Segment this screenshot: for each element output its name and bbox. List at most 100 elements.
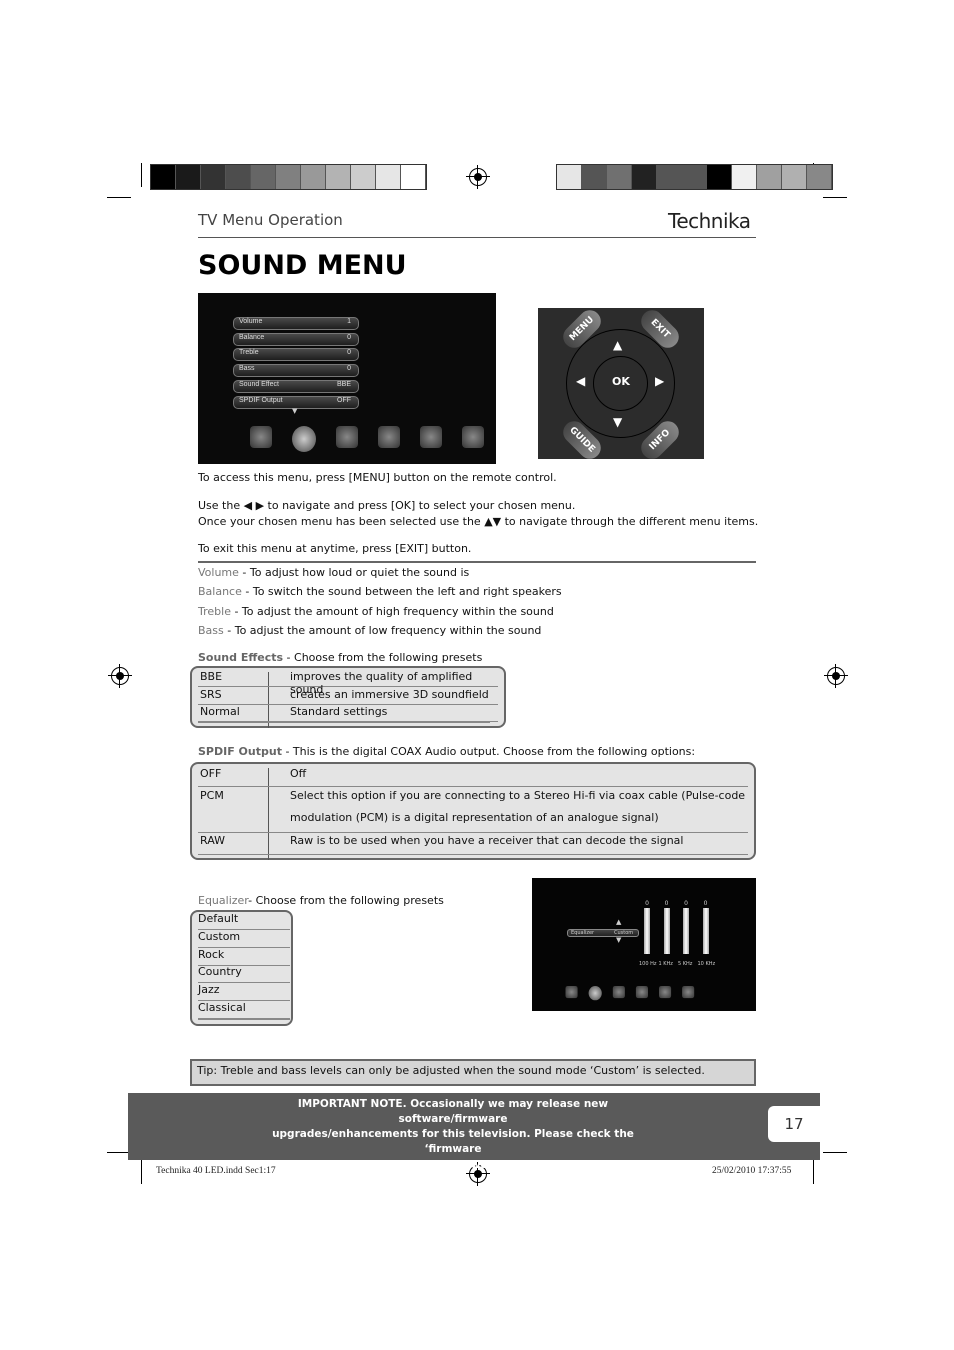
eq-band-frequency: 100 Hz [639,961,657,967]
down-arrow-icon[interactable]: ▼ [613,415,622,429]
desc: - To adjust the amount of low frequency … [223,623,542,637]
row-key: OFF [200,767,222,780]
navigate-instruction: Use the ◀ ▶ to navigate and press [OK] t… [198,499,575,512]
tv-menu-item: Treble 0 [233,348,359,362]
list-row-empty [198,1019,290,1020]
color-swatch [782,165,807,189]
slug-file: Technika 40 LED.indd Sec1:17 [156,1166,276,1176]
table-row: OFF Off [198,767,748,787]
eq-band-value: 0 [684,900,688,907]
crop-mark [823,197,847,198]
text: to navigate and press [OK] to select you… [267,499,576,512]
color-swatch [607,165,632,189]
sound-icon [292,426,316,452]
preset-label: Custom [198,929,241,943]
important-note-banner: IMPORTANT NOTE. Occasionally we may rele… [128,1093,820,1171]
lock-icon [682,986,695,999]
note-line: upgrade’ section of the website regularl… [328,1159,578,1171]
equalizer-preset: Custom [198,930,290,948]
tv-sound-menu-screenshot: Volume 1 Balance 0 Treble 0 Bass 0 Sound Effect B… [198,293,496,464]
note-line: upgrades/enhancements for this televisio… [272,1128,634,1155]
menu-item-label: Treble [239,349,259,357]
tv-menu-item: Balance 0 [233,332,359,346]
term: SPDIF Output [198,745,282,758]
brand-logo: Technika [668,209,751,233]
important-note-text: IMPORTANT NOTE. Occasionally we may rele… [248,1097,658,1173]
section-title: TV Menu Operation [198,211,343,229]
definition-item: Balance - To switch the sound between th… [198,585,562,598]
menu-item-value: 0 [347,333,351,341]
equalizer-preset: Default [198,912,290,930]
definition-item: Bass - To adjust the amount of low frequ… [198,624,541,637]
row-desc: Select this option if you are connecting… [290,789,746,802]
term: Bass [198,623,224,637]
eq-band-frequency: 5 KHz [678,961,693,967]
term: Equalizer [198,894,249,907]
desc: - To adjust how loud or quiet the sound … [238,566,470,579]
crop-mark [813,1160,814,1184]
eq-band-value: 0 [645,900,649,907]
row-key: RAW [200,834,225,847]
text: Once your chosen menu has been selected … [198,515,481,528]
color-swatch [401,165,426,189]
color-swatch [707,165,732,189]
settings-icon [378,426,400,448]
color-swatch [807,165,832,189]
screen-icon [612,986,625,999]
right-arrow-icon[interactable]: ▶ [655,374,664,388]
menu-item-value: 0 [347,365,351,373]
menu-item-value: 0 [347,349,351,357]
table-row: PCM Select this option if you are connect… [198,789,748,833]
time-icon [659,986,672,999]
sound-effects-heading: Sound Effects - Choose from the followin… [198,651,482,664]
equalizer-label: Equalizer [571,930,595,936]
ok-label: OK [612,375,630,388]
term: Sound Effects [198,651,284,664]
equalizer-setting-row: Equalizer Custom [567,929,639,937]
equalizer-preset: Classical [198,1001,290,1019]
row-desc: Off [290,767,307,780]
menu-item-label: Volume [239,318,263,325]
sound-icon [588,986,602,1001]
spdif-table: OFF Off PCM Select this option if you are c… [190,762,756,860]
row-key: PCM [200,789,224,802]
left-arrow-icon[interactable]: ◀ [576,374,585,388]
menu-down-arrow-icon: ▼ [292,407,298,415]
color-swatch [276,165,301,189]
left-right-arrows-icon: ◀ ▶ [243,499,265,512]
color-swatch [251,165,276,189]
desc: - Choose from the following presets [248,894,444,907]
table-row-empty [198,706,490,723]
crop-mark [141,163,142,187]
note-line: IMPORTANT NOTE. Occasionally we may rele… [297,1098,609,1125]
text: to navigate through the different menu i… [504,515,759,528]
menu-items-instruction: Once your chosen menu has been selected … [198,515,758,528]
definition-item: Treble - To adjust the amount of high fr… [198,605,554,618]
color-swatch [757,165,782,189]
settings-icon [635,986,648,999]
access-instruction: To access this menu, press [MENU] button… [198,471,557,484]
up-arrow-icon[interactable]: ▲ [613,338,622,352]
menu-item-label: SPDIF Output [239,396,283,404]
page-title: SOUND MENU [198,250,407,281]
up-down-arrows-icon: ▲▼ [484,515,502,528]
registration-mark-icon [824,664,848,688]
tv-equalizer-screenshot: Equalizer Custom ▲ ▼ 0 100 Hz 0 1 KHz 0 5 KHz… [532,878,756,1011]
row-key: SRS [200,687,222,701]
row-desc: Raw is to be used when you have a receiv… [290,834,684,847]
menu-item-label: Balance [239,333,265,341]
menu-item-value: BBE [336,380,351,388]
eq-band-frequency: 10 KHz [697,961,716,967]
exit-instruction: To exit this menu at anytime, press [EXI… [198,542,472,555]
registration-mark-icon [466,165,490,189]
color-swatch [226,165,251,189]
table-row: RAW Raw is to be used when you have a rec… [198,834,748,855]
color-swatch [682,165,707,189]
desc: - This is the digital COAX Audio output.… [281,745,696,758]
term: Volume [198,566,239,579]
color-bar-left [150,164,427,190]
desc: - Choose from the following presets [283,651,483,664]
equalizer-preset: Rock [198,948,290,966]
definition-item: Volume - To adjust how loud or quiet the… [198,566,469,579]
menu-item-value: OFF [337,396,351,404]
